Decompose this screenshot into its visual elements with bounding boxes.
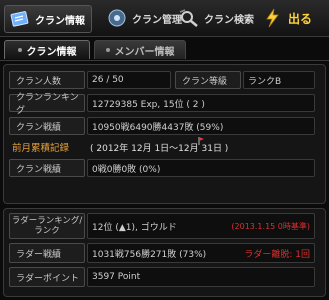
- ladder-rank-label: ラダーランキング/ランク: [9, 213, 85, 239]
- clan-info-panel: クラン人数 26 / 50 クラン等級 ランクB クランランキング 127293…: [3, 64, 326, 204]
- clan-record-label: クラン戦績: [9, 117, 85, 135]
- ladder-record-label: ラダー戦績: [9, 243, 85, 263]
- ladder-panel: ラダーランキング/ランク 12位 (▲1), ゴウルド (2013.1.15 0…: [3, 208, 326, 297]
- exit-icon: [262, 8, 284, 28]
- clan-rank-label: クラン等級: [175, 71, 241, 89]
- clan-search-menu-label: クラン検索: [204, 14, 254, 26]
- ladder-points-label: ラダーポイント: [9, 267, 85, 287]
- tab-bullet-icon: [105, 48, 110, 52]
- ladder-rank-value: 12位 (▲1), ゴウルド: [92, 222, 177, 233]
- exit-button[interactable]: 出る: [262, 5, 312, 31]
- ladder-record-value: 1031戦756勝271敗 (73%): [92, 249, 207, 260]
- exit-label: 出る: [288, 11, 313, 26]
- members-value: 26 / 50: [87, 71, 171, 89]
- ranking-value: 12729385 Exp, 15位 ( 2 ): [87, 94, 315, 112]
- last-month-label: 前月累積記録: [12, 143, 70, 154]
- tab-member-info-label: メンバー情報: [114, 46, 175, 58]
- last-month-value: ( 2012年 12月 1日〜12月 31日 ): [90, 143, 229, 154]
- monthly-record-label: クラン戦績: [9, 159, 85, 177]
- clan-manage-icon: [106, 8, 128, 28]
- clan-search-icon: [178, 8, 200, 28]
- ladder-record-row: 1031戦756勝271敗 (73%) ラダー離脱: 1回: [87, 243, 315, 263]
- members-label: クラン人数: [9, 71, 85, 89]
- monthly-record-value: 0戦0勝0敗 (0%): [87, 159, 315, 177]
- clan-info-icon: [9, 9, 31, 29]
- ladder-escape-note: ラダー離脱: 1回: [244, 249, 310, 260]
- clan-manage-menu-label: クラン管理: [132, 14, 182, 26]
- last-month-period: ( 2012年 12月 1日〜12月 31日 ): [90, 136, 229, 154]
- clan-search-menu-button[interactable]: クラン検索: [178, 5, 254, 31]
- clan-manage-menu-button[interactable]: クラン管理: [106, 5, 182, 31]
- clan-info-menu-label: クラン情報: [35, 15, 85, 27]
- ladder-rank-note: (2013.1.15 0時基準): [231, 221, 310, 231]
- top-menu-bar: クラン情報 クラン管理 クラン検索 出る: [0, 0, 329, 37]
- tab-clan-info-label: クラン情報: [26, 46, 77, 58]
- ladder-rank-row: 12位 (▲1), ゴウルド (2013.1.15 0時基準): [87, 213, 315, 239]
- tab-member-info[interactable]: メンバー情報: [94, 40, 186, 59]
- sub-tab-bar: クラン情報 メンバー情報: [0, 38, 329, 61]
- flag-icon: [198, 136, 204, 148]
- tab-bullet-icon: [17, 48, 22, 52]
- clan-rank-value: ランクB: [243, 71, 315, 89]
- tab-clan-info[interactable]: クラン情報: [4, 40, 90, 59]
- ladder-points-value: 3597 Point: [87, 267, 315, 287]
- clan-record-value: 10950戦6490勝4437敗 (59%): [87, 117, 315, 135]
- ranking-label: クランランキング: [9, 93, 85, 116]
- clan-info-menu-button[interactable]: クラン情報: [4, 5, 92, 33]
